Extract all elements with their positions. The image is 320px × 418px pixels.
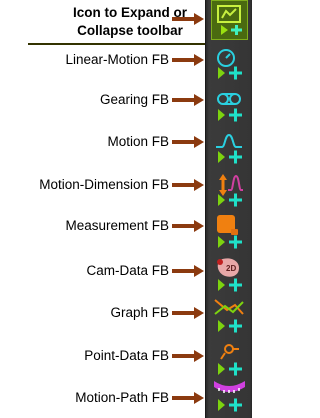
- pointer-arrow-icon: [172, 94, 204, 106]
- label-gearing: Gearing FB: [99, 92, 169, 107]
- label-graph: Graph FB: [110, 305, 169, 320]
- label-linear-motion: Linear-Motion FB: [65, 52, 169, 67]
- pointer-arrow-icon: [172, 54, 204, 66]
- pointer-arrow-icon: [172, 392, 204, 404]
- graph-icon: [214, 299, 244, 333]
- pointer-arrow-icon: [172, 220, 204, 232]
- expand-collapse-toolbar-button[interactable]: [211, 0, 248, 40]
- pointer-arrow-icon: [172, 307, 204, 319]
- point-data-fb-button[interactable]: [209, 339, 251, 381]
- label-motion-dimension: Motion-Dimension FB: [39, 177, 169, 192]
- cam-data-icon: 2D: [217, 258, 242, 292]
- graph-fb-button[interactable]: [209, 296, 251, 338]
- fb-toolbar: 2D: [205, 0, 252, 418]
- motion-dimension-fb-button[interactable]: [209, 170, 251, 212]
- cam-2d-badge: 2D: [226, 264, 236, 273]
- linear-motion-fb-button[interactable]: [209, 43, 251, 85]
- motion-fb-button[interactable]: [209, 127, 251, 169]
- point-data-icon: [218, 344, 242, 376]
- pointer-arrow-icon: [172, 265, 204, 277]
- motion-icon: [216, 133, 242, 164]
- pointer-arrow-icon: [172, 136, 204, 148]
- gearing-fb-button[interactable]: [209, 85, 251, 127]
- gearing-icon: [217, 93, 242, 122]
- pointer-arrow-icon: [172, 179, 204, 191]
- expand-collapse-icon: [217, 5, 242, 35]
- motion-dimension-icon: [218, 174, 243, 207]
- measurement-fb-button[interactable]: [209, 212, 251, 254]
- pointer-arrow-icon: [172, 13, 204, 25]
- motion-path-icon: [214, 381, 245, 412]
- cam-data-fb-button[interactable]: 2D: [209, 254, 251, 296]
- label-motion: Motion FB: [107, 134, 169, 149]
- caption-underline: [28, 43, 205, 45]
- pointer-arrow-icon: [172, 350, 204, 362]
- linear-motion-icon: [217, 49, 242, 80]
- label-motion-path: Motion-Path FB: [75, 390, 169, 405]
- label-cam-data: Cam-Data FB: [86, 263, 169, 278]
- label-measurement: Measurement FB: [65, 218, 169, 233]
- motion-path-fb-button[interactable]: [209, 378, 251, 418]
- label-point-data: Point-Data FB: [84, 348, 169, 363]
- measurement-icon: [217, 215, 242, 249]
